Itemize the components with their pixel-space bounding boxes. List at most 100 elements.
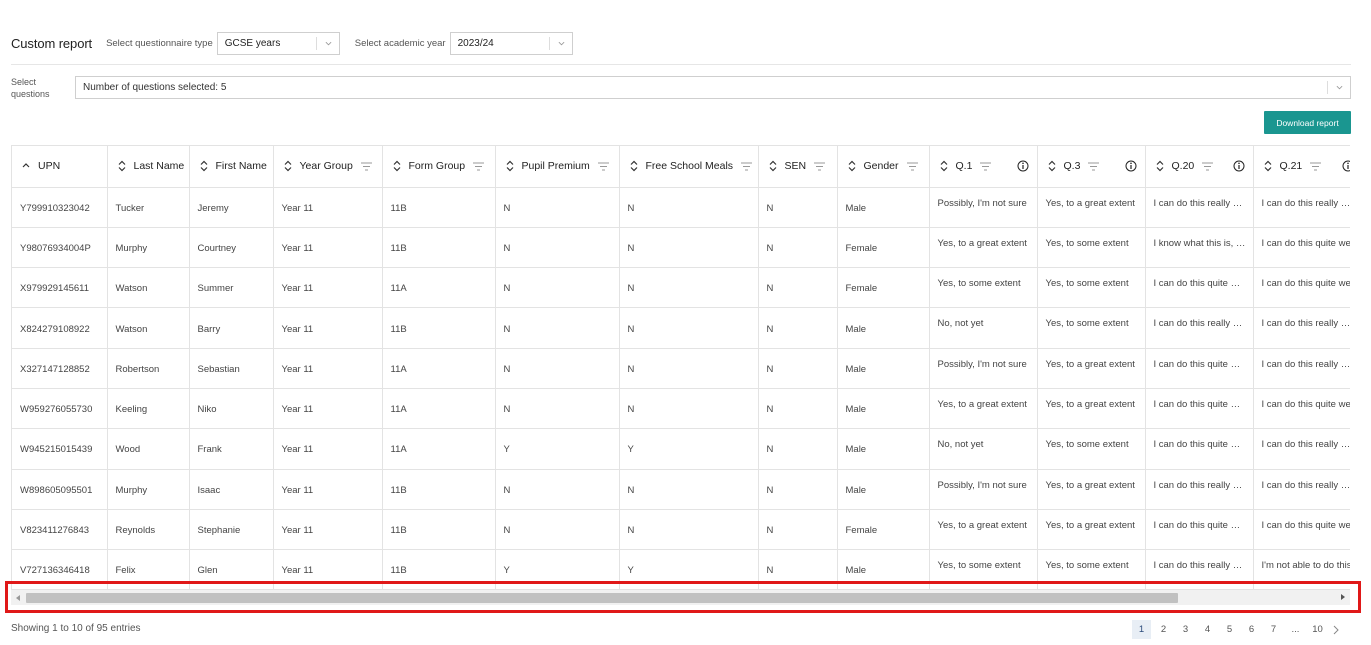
table-row[interactable]: Y98076934004P Murphy Courtney Year 11 11B N N N… xyxy=(12,227,1350,269)
table-row[interactable]: V823411276843 Reynolds Stephanie Year 11 11B… xyxy=(12,509,1350,551)
column-header[interactable]: Year Group xyxy=(273,146,383,188)
column-header[interactable]: Q.3 xyxy=(1037,146,1146,188)
info-icon[interactable] xyxy=(1233,160,1245,172)
table-cell: Frank xyxy=(189,428,274,470)
table-row[interactable]: X327147128852 Robertson Sebastian Year 11 11… xyxy=(12,348,1350,389)
column-header-content: First Name xyxy=(199,160,273,172)
column-header[interactable]: Pupil Premium xyxy=(495,146,620,188)
sort-icon xyxy=(630,160,637,172)
questionnaire-type-select[interactable]: GCSE years xyxy=(216,31,340,55)
table-cell: Year 11 xyxy=(273,267,383,309)
table-cell: Yes, to a great extent xyxy=(1037,469,1146,510)
table-cell: N xyxy=(758,348,838,389)
filter-icon[interactable] xyxy=(360,162,372,171)
sort-icon xyxy=(848,160,855,172)
sort-icon xyxy=(1156,160,1163,172)
column-header[interactable]: Form Group xyxy=(382,146,496,188)
column-header[interactable]: Last Name xyxy=(107,146,190,188)
column-header[interactable]: SEN xyxy=(758,146,838,188)
select-divider xyxy=(315,36,317,50)
select-questions-label: Select questions xyxy=(11,77,50,99)
column-header-label: Pupil Premium xyxy=(521,160,590,173)
page-button[interactable]: 4 xyxy=(1198,620,1217,639)
table-cell: 11B xyxy=(382,187,496,228)
table-cell: Yes, to a great extent xyxy=(1037,509,1146,551)
table-cell: Murphy xyxy=(107,469,190,510)
entries-info: Showing 1 to 10 of 95 entries xyxy=(11,623,141,634)
table-cell: N xyxy=(758,267,838,309)
pagination: 1 2 3 4 5 6 7... 10 xyxy=(1132,620,1342,639)
table-cell: Reynolds xyxy=(107,509,190,551)
column-header[interactable]: Q.1 xyxy=(929,146,1038,188)
table-cell: 11B xyxy=(382,469,496,510)
table-row[interactable]: Y799910323042 Tucker Jeremy Year 11 11B N N N Ma… xyxy=(12,187,1350,228)
table-row[interactable]: W898605095501 Murphy Isaac Year 11 11B N N N Mal… xyxy=(12,469,1350,510)
questionnaire-type-label: Select questionnaire type xyxy=(106,37,213,49)
table-cell: X327147128852 xyxy=(12,348,108,389)
table-cell: Possibly, I'm not sure xyxy=(929,469,1038,510)
table-row[interactable]: X979929145611 Watson Summer Year 11 11A N N N Fe… xyxy=(12,267,1350,309)
page-button[interactable]: 3 xyxy=(1176,620,1195,639)
table-cell: I can do this really well xyxy=(1145,469,1254,510)
info-icon[interactable] xyxy=(1017,160,1029,172)
filter-icon[interactable] xyxy=(980,162,992,171)
table-row[interactable]: W945215015439 Wood Frank Year 11 11A Y Y N Male N… xyxy=(12,428,1350,470)
column-header[interactable]: Gender xyxy=(837,146,930,188)
table-cell: Keeling xyxy=(107,388,190,430)
table-cell: N xyxy=(495,388,620,430)
page-button[interactable]: 7 xyxy=(1264,620,1283,639)
next-page-button[interactable] xyxy=(1330,620,1342,639)
table-cell: N xyxy=(495,469,620,510)
filter-icon[interactable] xyxy=(1310,162,1322,171)
page-button[interactable]: 6 xyxy=(1242,620,1261,639)
table-cell: Courtney xyxy=(189,227,274,269)
table-cell: Stephanie xyxy=(189,509,274,551)
filter-icon[interactable] xyxy=(906,162,918,171)
academic-year-select[interactable]: 2023/24 xyxy=(449,31,573,55)
column-header-content: Last Name xyxy=(117,160,189,172)
filter-icon[interactable] xyxy=(1202,162,1214,171)
table-cell: Year 11 xyxy=(273,187,383,228)
table-cell: N xyxy=(495,348,620,389)
info-icon[interactable] xyxy=(1342,160,1351,172)
filter-icon[interactable] xyxy=(741,162,753,171)
table-cell: W898605095501 xyxy=(12,469,108,510)
column-header[interactable]: Q.21 xyxy=(1253,146,1351,188)
table-cell: N xyxy=(619,348,759,389)
filter-icon[interactable] xyxy=(814,162,826,171)
table-cell: I can do this really well xyxy=(1253,469,1350,510)
page-button[interactable]: 2 xyxy=(1154,620,1173,639)
header-divider xyxy=(11,64,1351,65)
column-header-content: UPN xyxy=(21,160,106,172)
table-cell: I can do this quite well xyxy=(1253,388,1350,430)
table-cell: Possibly, I'm not sure xyxy=(929,187,1038,228)
table-row[interactable]: X824279108922 Watson Barry Year 11 11B N N N Mal… xyxy=(12,307,1350,349)
table-cell: Year 11 xyxy=(273,509,383,551)
table-cell: 11B xyxy=(382,227,496,269)
sort-icon xyxy=(118,160,125,172)
table-cell: X979929145611 xyxy=(12,267,108,309)
chevron-down-icon xyxy=(325,41,332,45)
page-button[interactable]: 1 xyxy=(1132,620,1151,639)
table-cell: Watson xyxy=(107,307,190,349)
filter-icon[interactable] xyxy=(597,162,609,171)
download-report-button[interactable]: Download report xyxy=(1264,111,1351,134)
column-header-label: SEN xyxy=(784,160,807,173)
select-questions-dropdown[interactable]: Number of questions selected: 5 xyxy=(75,76,1351,99)
column-header[interactable]: First Name xyxy=(189,146,274,188)
column-header-content: Pupil Premium xyxy=(505,160,619,172)
column-header[interactable]: Q.20 xyxy=(1145,146,1254,188)
table-cell: Murphy xyxy=(107,227,190,269)
column-header[interactable]: UPN xyxy=(12,146,108,188)
page-button[interactable]: 5 xyxy=(1220,620,1239,639)
column-header[interactable]: Free School Meals xyxy=(619,146,759,188)
filter-icon[interactable] xyxy=(473,162,485,171)
table-row[interactable]: W959276055730 Keeling Niko Year 11 11A N N N Mal… xyxy=(12,388,1350,430)
sort-icon xyxy=(940,160,947,172)
table-cell: Female xyxy=(837,227,930,269)
filter-icon[interactable] xyxy=(1088,162,1100,171)
info-icon[interactable] xyxy=(1125,160,1137,172)
table-cell: Yes, to a great extent xyxy=(1037,388,1146,430)
column-header-label: Last Name xyxy=(133,160,185,173)
page-button[interactable]: 10 xyxy=(1308,620,1327,639)
